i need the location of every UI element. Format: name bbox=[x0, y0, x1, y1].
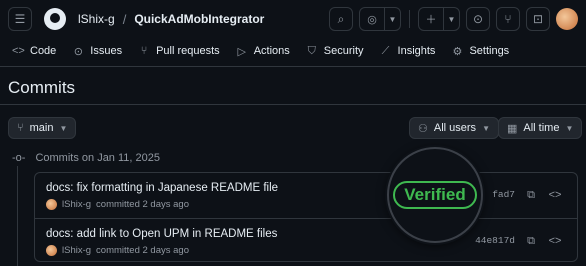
time-filter-label: All time bbox=[523, 122, 560, 134]
commit-sha-link[interactable]: 44e817d bbox=[475, 235, 515, 246]
users-filter-button[interactable]: ⚇ All users ▼ bbox=[409, 117, 499, 139]
nav-divider bbox=[0, 66, 586, 67]
commit-group-header: -o- Commits on Jan 11, 2025 bbox=[12, 152, 160, 164]
pull-requests-button[interactable]: ⑂ bbox=[496, 7, 520, 31]
plus-icon: ＋ bbox=[425, 14, 437, 26]
commit-time: committed 2 days ago bbox=[96, 245, 189, 256]
gear-icon: ⚙ bbox=[452, 45, 463, 58]
time-filter-button[interactable]: ▦ All time ▼ bbox=[498, 117, 583, 139]
tab-issues[interactable]: ⊙ Issues bbox=[72, 45, 122, 58]
browse-code-icon[interactable]: <> bbox=[547, 187, 563, 203]
chevron-down-icon[interactable]: ▼ bbox=[443, 8, 459, 30]
people-icon: ⚇ bbox=[418, 122, 428, 135]
branch-select-button[interactable]: ⑂ main ▼ bbox=[8, 117, 77, 139]
chevron-down-icon: ▼ bbox=[565, 123, 574, 133]
tab-label: Issues bbox=[90, 45, 123, 57]
hamburger-icon: ☰ bbox=[14, 12, 26, 26]
commit-title-link[interactable]: docs: add link to Open UPM in README fil… bbox=[46, 228, 277, 240]
branch-icon: ⑂ bbox=[17, 122, 24, 134]
code-icon: <> bbox=[12, 45, 25, 57]
title-divider bbox=[0, 104, 586, 105]
tab-code[interactable]: <> Code bbox=[12, 45, 56, 57]
tab-pull-requests[interactable]: ⑂ Pull requests bbox=[138, 45, 220, 57]
commit-row: docs: fix formatting in Japanese README … bbox=[35, 173, 577, 218]
branch-label: main bbox=[29, 122, 54, 134]
tab-label: Security bbox=[323, 45, 364, 57]
timeline-line bbox=[17, 166, 18, 266]
author-avatar[interactable] bbox=[46, 199, 57, 210]
commit-group-date: Commits on Jan 11, 2025 bbox=[35, 152, 160, 164]
chevron-down-icon: ▼ bbox=[59, 123, 68, 133]
issue-icon: ⊙ bbox=[73, 45, 83, 58]
commit-author[interactable]: lShix-g bbox=[62, 245, 91, 256]
tab-settings[interactable]: ⚙ Settings bbox=[451, 45, 510, 58]
hamburger-menu-button[interactable]: ☰ bbox=[8, 7, 32, 31]
breadcrumb-separator: / bbox=[122, 11, 127, 27]
tab-actions[interactable]: ▷ Actions bbox=[236, 45, 290, 58]
git-commit-icon: -o- bbox=[12, 152, 26, 164]
tab-insights[interactable]: ⟋ Insights bbox=[380, 45, 436, 58]
page-title: Commits bbox=[8, 78, 76, 97]
play-icon: ▷ bbox=[237, 45, 246, 58]
tab-label: Settings bbox=[469, 45, 510, 57]
search-button[interactable]: ⌕ bbox=[329, 7, 353, 31]
tab-label: Code bbox=[30, 45, 57, 57]
inbox-button[interactable]: ⊡ bbox=[526, 7, 550, 31]
commit-meta: lShix-g committed 2 days ago bbox=[46, 199, 189, 210]
inbox-icon: ⊡ bbox=[532, 12, 544, 26]
commit-title-link[interactable]: docs: fix formatting in Japanese README … bbox=[46, 182, 278, 194]
tab-label: Pull requests bbox=[156, 45, 220, 57]
pull-request-icon: ⑂ bbox=[140, 45, 148, 57]
tab-security[interactable]: ⛉ Security bbox=[306, 45, 364, 58]
repo-name-link[interactable]: QuickAdMobIntegrator bbox=[134, 12, 264, 26]
graph-icon: ⟋ bbox=[381, 44, 390, 57]
copy-icon[interactable]: ⧉ bbox=[523, 233, 539, 249]
copilot-button[interactable]: ◎ ▼ bbox=[359, 7, 401, 31]
top-bar: ☰ lShix-g / QuickAdMobIntegrator ⌕ ◎ ▼ ＋… bbox=[0, 0, 586, 38]
chevron-down-icon: ▼ bbox=[482, 123, 490, 133]
tab-label: Actions bbox=[253, 45, 290, 57]
author-avatar[interactable] bbox=[46, 245, 57, 256]
browse-code-icon[interactable]: <> bbox=[547, 233, 563, 249]
commit-sha-link[interactable]: fad7 bbox=[492, 189, 515, 200]
header-divider bbox=[409, 10, 410, 28]
issue-icon: ⊙ bbox=[472, 12, 484, 26]
copy-icon[interactable]: ⧉ bbox=[523, 187, 539, 203]
verified-badge[interactable]: Verified bbox=[393, 181, 477, 209]
magnifier-lens: Verified bbox=[387, 147, 483, 243]
commit-row: docs: add link to Open UPM in README fil… bbox=[35, 218, 577, 263]
users-filter-label: All users bbox=[433, 122, 477, 134]
repo-owner-link[interactable]: lShix-g bbox=[78, 12, 115, 26]
calendar-icon: ▦ bbox=[507, 122, 518, 135]
search-icon: ⌕ bbox=[337, 11, 345, 26]
commit-meta: lShix-g committed 2 days ago bbox=[46, 245, 189, 256]
chevron-down-icon[interactable]: ▼ bbox=[384, 8, 400, 30]
shield-icon: ⛉ bbox=[307, 44, 316, 57]
create-new-button[interactable]: ＋ ▼ bbox=[418, 7, 460, 31]
tab-label: Insights bbox=[397, 45, 436, 57]
pull-request-icon: ⑂ bbox=[504, 12, 512, 26]
user-avatar[interactable] bbox=[556, 8, 578, 30]
repo-nav: <> Code ⊙ Issues ⑂ Pull requests ▷ Actions ⛉… bbox=[0, 38, 586, 64]
commit-time: committed 2 days ago bbox=[96, 199, 189, 210]
issues-button[interactable]: ⊙ bbox=[466, 7, 490, 31]
commit-author[interactable]: lShix-g bbox=[62, 199, 91, 210]
github-logo[interactable] bbox=[44, 8, 66, 30]
copilot-icon: ◎ bbox=[367, 13, 377, 26]
commit-list: docs: fix formatting in Japanese README … bbox=[34, 172, 578, 262]
header-actions: ⌕ ◎ ▼ ＋ ▼ ⊙ ⑂ ⊡ bbox=[329, 7, 578, 31]
